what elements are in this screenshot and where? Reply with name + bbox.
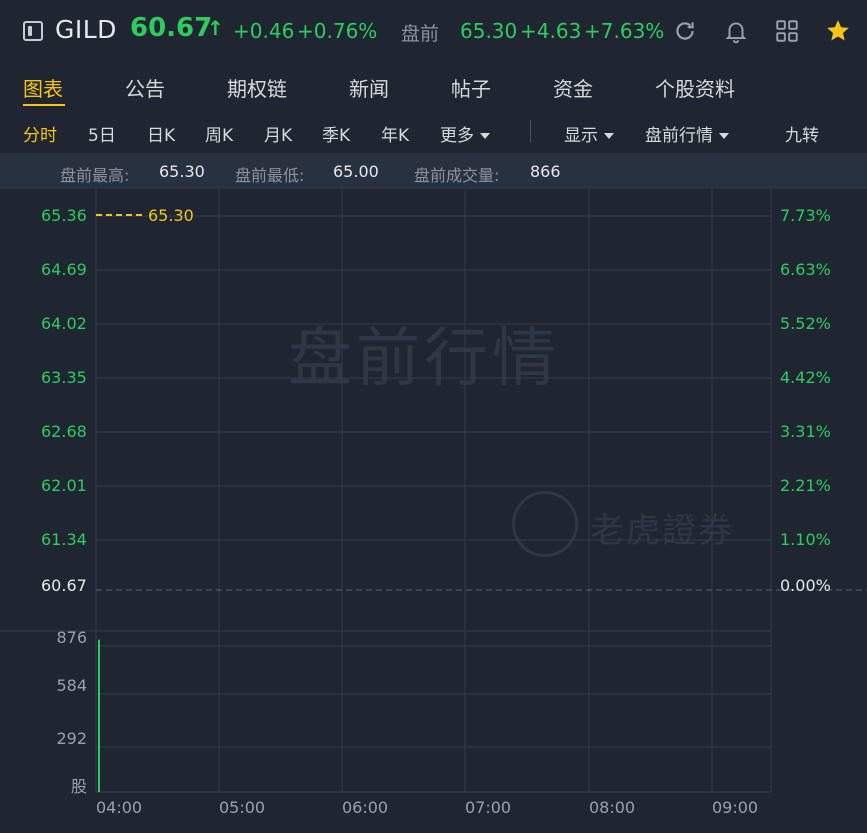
premarket-change: +4.63 [520,19,582,43]
tab-options-chain[interactable]: 期权链 [227,73,287,102]
premarket-quote-dropdown[interactable]: 盘前行情 [645,121,729,146]
volume-bar [98,639,100,792]
pct-axis-label: 4.42% [780,368,831,387]
intraday-chart[interactable]: 盘前行情 老虎證券 65.30 65.36 64.69 64.02 63.35 62.6… [0,189,867,833]
premarket-volume-label: 盘前成交量: [414,166,500,185]
tab-posts[interactable]: 帖子 [451,73,491,102]
time-axis-label: 07:00 [465,798,512,817]
price-axis-label: 64.02 [41,314,87,333]
period-intraday[interactable]: 分时 [23,121,57,146]
premarket-quote-label: 盘前行情 [645,126,713,146]
price-change: +0.46 [233,19,295,43]
premarket-label: 盘前 [401,23,440,45]
reference-price-label: 65.30 [148,206,194,225]
pct-axis-label: 2.21% [780,476,831,495]
tab-announcements[interactable]: 公告 [125,73,165,102]
period-quarterly[interactable]: 季K [322,121,350,146]
tab-company-profile[interactable]: 个股资料 [655,73,735,102]
time-axis-label: 09:00 [712,798,759,817]
tab-capital-flow[interactable]: 资金 [553,73,593,102]
more-dropdown[interactable]: 更多 [440,121,490,146]
volume-axis-label: 292 [56,729,87,748]
pct-axis-label: 7.73% [780,206,831,225]
chevron-down-icon [719,133,729,139]
display-dropdown[interactable]: 显示 [564,121,614,146]
bell-icon[interactable] [723,18,749,44]
tab-news[interactable]: 新闻 [349,73,389,102]
period-tab-bar: 分时 5日 日K 周K 月K 季K 年K 更多 显示 盘前行情 九转 [0,110,867,152]
premarket-high-value: 65.30 [159,162,205,181]
main-tab-bar: 图表 公告 期权链 新闻 帖子 资金 个股资料 [0,64,867,108]
more-label: 更多 [440,126,474,146]
chart-canvas [0,189,867,793]
divider [530,120,531,142]
premarket-low-label: 盘前最低: [235,166,305,185]
price-axis-label: 63.35 [41,368,87,387]
period-weekly[interactable]: 周K [205,121,233,146]
chevron-down-icon [480,133,490,139]
price-axis-label: 61.34 [41,530,87,549]
premarket-price: 65.30 [460,19,518,43]
chevron-down-icon [604,133,614,139]
price-axis-label: 62.01 [41,476,87,495]
quote-header: GILD 60.67 ↑ +0.46 +0.76% 盘前 65.30 +4.63… [0,0,867,64]
volume-axis-label: 876 [56,628,87,647]
premarket-low-value: 65.00 [333,162,379,181]
price-change-pct: +0.76% [297,19,378,43]
period-monthly[interactable]: 月K [264,121,292,146]
period-yearly[interactable]: 年K [381,121,409,146]
up-arrow-icon: ↑ [207,16,224,40]
star-icon[interactable] [825,18,851,44]
display-label: 显示 [564,126,598,146]
time-axis-label: 08:00 [589,798,636,817]
premarket-high-label: 盘前最高: [60,166,130,185]
pct-axis-label: 1.10% [780,530,831,549]
volume-axis-label: 584 [56,676,87,695]
grid-icon[interactable] [774,18,800,44]
ticker-symbol: GILD [55,15,117,44]
time-axis-label: 06:00 [342,798,389,817]
sidebar-toggle-icon[interactable] [23,21,43,41]
premarket-volume-value: 866 [530,162,561,181]
pct-axis-label: 0.00% [780,576,831,595]
tab-chart[interactable]: 图表 [23,73,63,102]
pct-axis-label: 6.63% [780,260,831,279]
pct-axis-label: 3.31% [780,422,831,441]
refresh-icon[interactable] [672,18,698,44]
pct-axis-label: 5.52% [780,314,831,333]
price-axis-label: 60.67 [41,576,87,595]
time-axis-label: 04:00 [96,798,143,817]
price-axis-label: 64.69 [41,260,87,279]
premarket-change-pct: +7.63% [584,19,665,43]
volume-unit-label: 股 [70,777,87,796]
premarket-stats-bar: 盘前最高: 65.30 盘前最低: 65.00 盘前成交量: 866 [0,153,867,189]
time-axis-label: 05:00 [219,798,266,817]
active-tab-indicator [23,104,65,106]
price-axis-label: 65.36 [41,206,87,225]
nine-turn-toggle[interactable]: 九转 [785,121,819,146]
period-daily[interactable]: 日K [147,121,175,146]
price-axis-label: 62.68 [41,422,87,441]
period-5day[interactable]: 5日 [88,121,116,146]
last-price: 60.67 [130,13,213,43]
